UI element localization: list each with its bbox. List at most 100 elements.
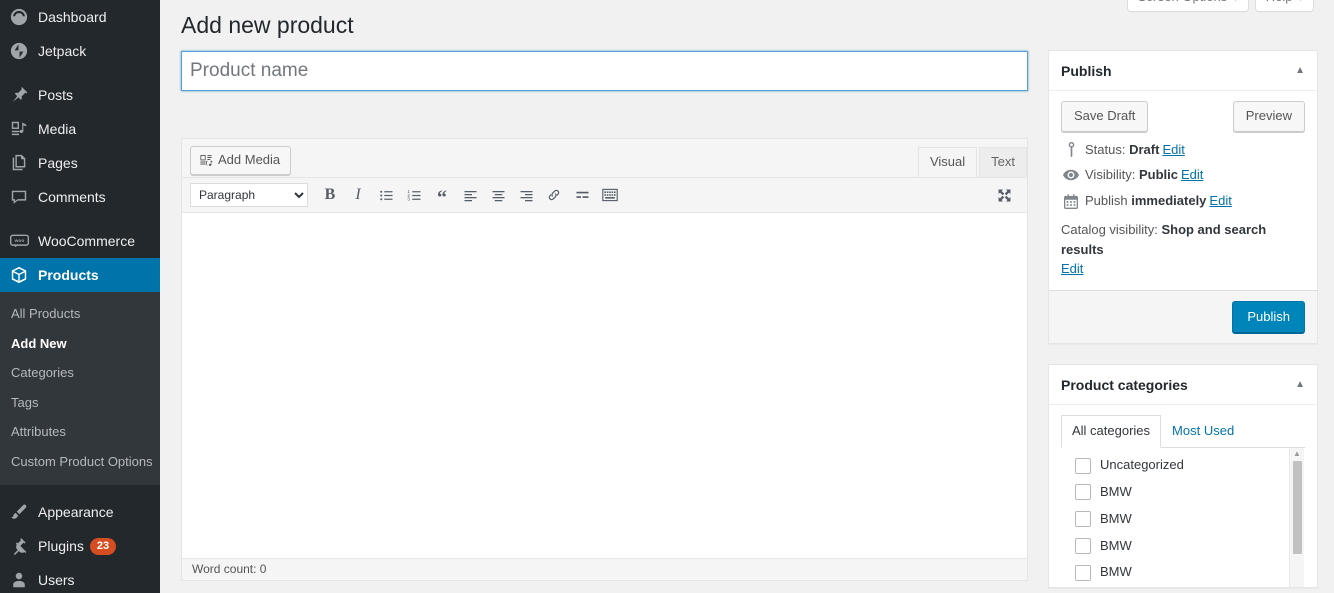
sidebar-postboxes: Publish ▲ Save Draft Preview Status: Dra…: [1048, 50, 1318, 593]
publish-postbox: Publish ▲ Save Draft Preview Status: Dra…: [1048, 50, 1318, 345]
sidebar-item-users[interactable]: Users: [0, 563, 160, 593]
scroll-up-icon[interactable]: ▲: [1290, 448, 1304, 458]
pages-icon: [9, 153, 29, 173]
bold-icon[interactable]: B: [316, 182, 344, 208]
pin-icon: [9, 85, 29, 105]
category-label: BMW: [1100, 510, 1132, 526]
editor-tab-text[interactable]: Text: [979, 146, 1027, 178]
screen-options-label: Screen Options: [1138, 0, 1228, 4]
category-scrollbar[interactable]: ▲: [1289, 448, 1304, 588]
plug-icon: [9, 536, 29, 556]
help-button[interactable]: Help ▾: [1254, 0, 1314, 12]
submenu-item-categories[interactable]: Categories: [0, 358, 160, 388]
category-list-item[interactable]: BMW: [1061, 533, 1305, 560]
editor-content-area[interactable]: [182, 213, 1027, 559]
submenu-item-attributes[interactable]: Attributes: [0, 417, 160, 447]
preview-button[interactable]: Preview: [1232, 101, 1305, 132]
publish-postbox-body: Save Draft Preview Status: Draft Edit Vi…: [1049, 91, 1317, 290]
scrollbar-thumb[interactable]: [1293, 461, 1302, 555]
editor-toolbar: ParagraphHeading 1Heading 2Heading 3Head…: [182, 177, 1027, 213]
sidebar-item-plugins[interactable]: Plugins 23: [0, 529, 160, 563]
media-buttons-bar: Add Media Visual Text: [182, 139, 1027, 178]
menu-separator: [0, 68, 160, 78]
brush-icon: [9, 502, 29, 522]
content-editor: Add Media VisualText ParagraphHeading 1H…: [181, 138, 1028, 581]
edit-status-link[interactable]: Edit: [1162, 142, 1184, 157]
category-checkbox[interactable]: [1075, 511, 1091, 528]
product-name-input[interactable]: [181, 51, 1028, 91]
align-center-icon[interactable]: [484, 182, 512, 208]
paragraph-format-select[interactable]: ParagraphHeading 1Heading 2Heading 3Head…: [190, 183, 308, 207]
edit-catalog-visibility-link[interactable]: Edit: [1061, 261, 1083, 276]
submenu-item-add-new[interactable]: Add New: [0, 329, 160, 359]
save-draft-button[interactable]: Save Draft: [1061, 101, 1149, 132]
sidebar-item-appearance[interactable]: Appearance: [0, 495, 160, 529]
category-list-item[interactable]: latest: [1061, 586, 1305, 587]
category-list-item[interactable]: BMW: [1061, 506, 1305, 533]
sidebar-item-media[interactable]: Media: [0, 112, 160, 146]
status-label: Status:: [1085, 141, 1126, 157]
sidebar-item-pages[interactable]: Pages: [0, 146, 160, 180]
align-left-icon[interactable]: [456, 182, 484, 208]
catalog-visibility-row: Catalog visibility: Shop and search resu…: [1061, 211, 1305, 290]
editor-mode-tabs: Visual Text: [916, 146, 1027, 178]
publish-postbox-header[interactable]: Publish ▲: [1049, 51, 1317, 91]
category-checkbox[interactable]: [1075, 538, 1091, 554]
chevron-down-icon: ▾: [1298, 0, 1303, 3]
italic-icon[interactable]: I: [344, 182, 372, 208]
sidebar-item-comments[interactable]: Comments: [0, 180, 160, 214]
sidebar-item-woocommerce[interactable]: woo WooCommerce: [0, 224, 160, 258]
menu-separator: [0, 485, 160, 495]
edit-publish-date-link[interactable]: Edit: [1209, 193, 1231, 208]
eye-icon: [1061, 166, 1081, 184]
catalog-label: Catalog visibility:: [1061, 222, 1158, 238]
distraction-free-icon[interactable]: [991, 182, 1017, 208]
category-tab-all-categories[interactable]: All categories: [1061, 415, 1162, 449]
read-more-icon[interactable]: [568, 182, 596, 208]
media-icon: [9, 119, 29, 139]
numbered-list-icon[interactable]: 123: [400, 182, 428, 208]
category-list-item[interactable]: BMW: [1061, 479, 1305, 506]
category-label: Uncategorized: [1100, 457, 1184, 473]
sidebar-item-posts[interactable]: Posts: [0, 78, 160, 112]
category-list-item[interactable]: Uncategorized: [1061, 452, 1305, 479]
submenu-item-all-products[interactable]: All Products: [0, 299, 160, 329]
collapse-icon[interactable]: ▲: [1295, 65, 1305, 76]
sidebar-item-label: Dashboard: [38, 9, 107, 25]
publish-postbox-title: Publish: [1061, 62, 1112, 79]
sidebar-item-products[interactable]: Products: [0, 258, 160, 292]
toolbar-toggle-icon[interactable]: [596, 182, 624, 208]
sidebar-item-dashboard[interactable]: Dashboard: [0, 0, 160, 34]
products-submenu: All Products Add New Categories Tags Attribu…: [0, 292, 160, 486]
editor-tab-visual[interactable]: Visual: [917, 146, 978, 178]
edit-visibility-link[interactable]: Edit: [1181, 167, 1203, 182]
comment-icon: [9, 187, 29, 207]
blockquote-icon[interactable]: “: [428, 182, 456, 208]
publish-button[interactable]: Publish: [1232, 300, 1305, 334]
submenu-item-custom-product-options[interactable]: Custom Product Options: [0, 447, 160, 477]
woo-icon: woo: [9, 231, 29, 251]
bulleted-list-icon[interactable]: [372, 182, 400, 208]
category-tab-most-used[interactable]: Most Used: [1161, 415, 1245, 448]
category-checkbox[interactable]: [1075, 564, 1091, 581]
submenu-item-tags[interactable]: Tags: [0, 388, 160, 418]
category-list-item[interactable]: BMW: [1061, 559, 1305, 586]
add-media-button[interactable]: Add Media: [190, 146, 292, 176]
sidebar-item-label: Jetpack: [38, 43, 87, 59]
collapse-icon[interactable]: ▲: [1295, 379, 1305, 390]
title-field-wrapper: [181, 51, 1028, 91]
post-status-icon: [1061, 141, 1081, 159]
jetpack-icon: [9, 41, 29, 61]
calendar-icon: [1061, 192, 1081, 210]
status-value: Draft: [1129, 141, 1160, 157]
sidebar-item-label: Posts: [38, 87, 74, 103]
insert-link-icon[interactable]: [540, 182, 568, 208]
align-right-icon[interactable]: [512, 182, 540, 208]
minor-publishing-actions: Save Draft Preview: [1061, 101, 1305, 134]
category-checkbox[interactable]: [1075, 484, 1091, 501]
visibility-label: Visibility:: [1085, 167, 1136, 183]
category-checkbox[interactable]: [1075, 457, 1091, 474]
sidebar-item-jetpack[interactable]: Jetpack: [0, 34, 160, 68]
screen-options-button[interactable]: Screen Options ▾: [1126, 0, 1249, 12]
product-categories-header[interactable]: Product categories ▲: [1049, 365, 1317, 406]
